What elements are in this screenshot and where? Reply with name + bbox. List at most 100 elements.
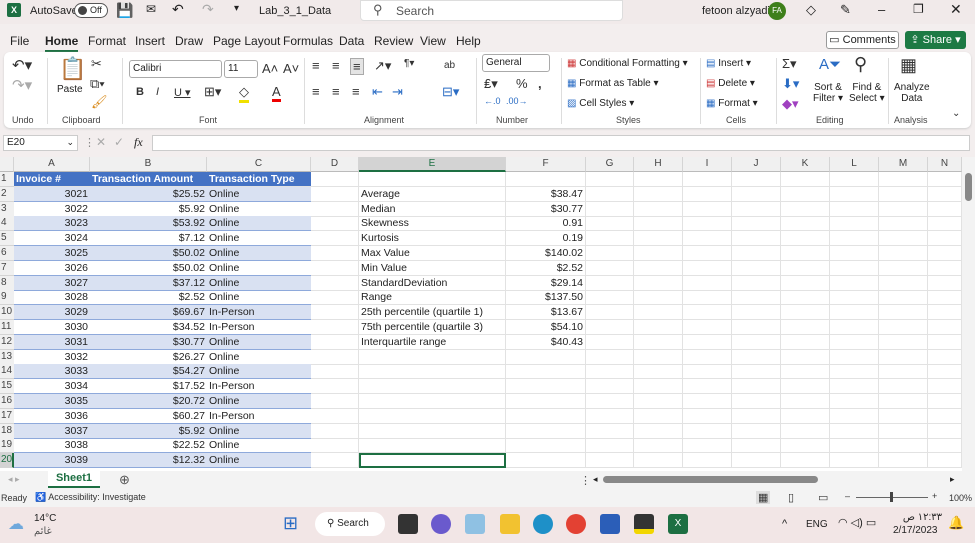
cell[interactable] xyxy=(311,364,359,380)
cell[interactable] xyxy=(634,305,683,321)
cell[interactable] xyxy=(311,201,359,217)
column-header-N[interactable]: N xyxy=(928,157,962,172)
horizontal-scrollbar[interactable] xyxy=(603,476,818,483)
tab-home[interactable]: Home xyxy=(45,34,79,52)
cell[interactable] xyxy=(879,423,928,439)
sticky-notes-icon[interactable] xyxy=(634,514,654,534)
type-cell[interactable]: Online xyxy=(207,231,311,247)
cell[interactable] xyxy=(311,408,359,424)
cell[interactable] xyxy=(830,290,879,306)
cell[interactable] xyxy=(928,260,962,276)
cell[interactable] xyxy=(586,453,634,469)
cell[interactable] xyxy=(683,172,732,187)
sort-filter-icon[interactable]: A⏷ xyxy=(819,56,841,73)
cell[interactable] xyxy=(879,216,928,232)
type-cell[interactable]: Online xyxy=(207,394,311,409)
amount-cell[interactable]: $12.32 xyxy=(90,453,207,469)
cell[interactable] xyxy=(830,246,879,261)
rtl-icon[interactable]: ¶▾ xyxy=(404,58,414,69)
accounting-format-icon[interactable]: ₤▾ xyxy=(484,76,498,92)
cell[interactable] xyxy=(781,201,830,217)
amount-cell[interactable]: $54.27 xyxy=(90,364,207,380)
invoice-cell[interactable]: 3037 xyxy=(14,423,90,439)
column-header-H[interactable]: H xyxy=(634,157,683,172)
type-cell[interactable]: In-Person xyxy=(207,320,311,335)
amount-cell[interactable]: $17.52 xyxy=(90,379,207,395)
cell[interactable] xyxy=(683,320,732,335)
cell[interactable] xyxy=(928,349,962,365)
cell[interactable] xyxy=(634,349,683,365)
cell[interactable] xyxy=(879,231,928,247)
cell[interactable] xyxy=(311,231,359,247)
language-indicator[interactable]: ENG xyxy=(806,519,828,530)
column-header-K[interactable]: K xyxy=(781,157,830,172)
cell[interactable] xyxy=(928,186,962,202)
paste-label[interactable]: Paste xyxy=(57,84,83,95)
weather-cloud-icon[interactable]: ☁ xyxy=(8,514,24,534)
stat-label[interactable]: StandardDeviation xyxy=(359,275,506,291)
cell[interactable] xyxy=(830,172,879,187)
invoice-cell[interactable]: 3022 xyxy=(14,202,90,217)
cell[interactable] xyxy=(311,379,359,395)
tab-help[interactable]: Help xyxy=(456,34,481,48)
amount-cell[interactable]: $37.12 xyxy=(90,275,207,291)
cell[interactable] xyxy=(732,334,781,350)
cell[interactable] xyxy=(781,394,830,409)
cell[interactable] xyxy=(781,408,830,424)
row-header[interactable]: 5 xyxy=(0,231,14,247)
cell[interactable] xyxy=(928,275,962,291)
cell[interactable] xyxy=(879,334,928,350)
column-header-L[interactable]: L xyxy=(830,157,879,172)
column-header-F[interactable]: F xyxy=(506,157,586,172)
cell[interactable] xyxy=(634,423,683,439)
row-header[interactable]: 7 xyxy=(0,260,14,276)
cell[interactable] xyxy=(634,246,683,261)
selected-cell-E20[interactable] xyxy=(359,453,506,469)
cell[interactable] xyxy=(781,379,830,395)
row-header[interactable]: 6 xyxy=(0,246,14,261)
cell[interactable] xyxy=(634,438,683,454)
cell[interactable] xyxy=(506,379,586,395)
cell[interactable] xyxy=(683,379,732,395)
cell[interactable] xyxy=(781,438,830,454)
cell[interactable] xyxy=(732,216,781,232)
decrease-indent-icon[interactable]: ⇤ xyxy=(372,84,383,100)
cell[interactable] xyxy=(781,186,830,202)
cell[interactable] xyxy=(311,423,359,439)
cell[interactable] xyxy=(683,394,732,409)
save-icon[interactable]: 💾 xyxy=(116,2,133,19)
table-header-cell[interactable]: Transaction Amount xyxy=(90,172,207,187)
name-box[interactable]: E20 ⌄ xyxy=(3,135,78,151)
cell[interactable] xyxy=(928,216,962,232)
cell[interactable] xyxy=(781,275,830,291)
amount-cell[interactable]: $2.52 xyxy=(90,290,207,306)
cell[interactable] xyxy=(879,438,928,454)
type-cell[interactable]: Online xyxy=(207,350,311,365)
cell[interactable] xyxy=(732,260,781,276)
cell[interactable] xyxy=(311,453,359,469)
stat-value[interactable]: $38.47 xyxy=(506,186,586,202)
orientation-icon[interactable]: ↗▾ xyxy=(374,58,391,74)
table-header-cell[interactable]: Transaction Type xyxy=(207,172,311,187)
cell[interactable] xyxy=(928,201,962,217)
collapse-ribbon-icon[interactable]: ⌄ xyxy=(952,108,960,119)
cell[interactable] xyxy=(732,394,781,409)
row-header[interactable]: 4 xyxy=(0,216,14,232)
cell[interactable] xyxy=(683,216,732,232)
cell[interactable] xyxy=(311,260,359,276)
sort-filter-button[interactable]: Sort & Filter ▾ xyxy=(813,82,843,104)
cell[interactable] xyxy=(634,379,683,395)
cell[interactable] xyxy=(683,408,732,424)
cell[interactable] xyxy=(311,186,359,202)
cell[interactable] xyxy=(634,216,683,232)
vertical-scroll-thumb[interactable] xyxy=(965,173,972,201)
cell[interactable] xyxy=(634,334,683,350)
cell[interactable] xyxy=(830,186,879,202)
invoice-cell[interactable]: 3027 xyxy=(14,275,90,291)
cell[interactable] xyxy=(781,320,830,335)
bold-icon[interactable]: B xyxy=(136,86,144,98)
row-header[interactable]: 15 xyxy=(0,379,14,395)
invoice-cell[interactable]: 3032 xyxy=(14,350,90,365)
page-layout-view-icon[interactable]: ▯ xyxy=(788,491,794,504)
increase-decimal-icon[interactable]: ←.0 xyxy=(484,96,501,106)
